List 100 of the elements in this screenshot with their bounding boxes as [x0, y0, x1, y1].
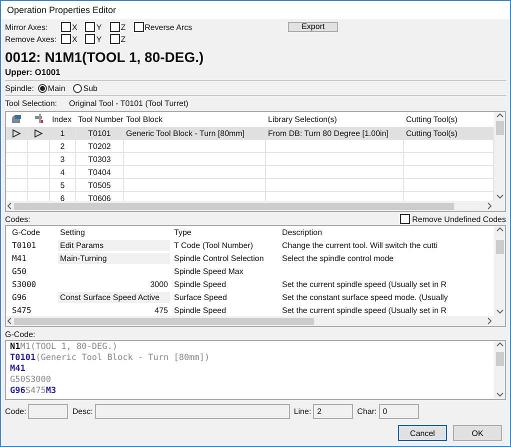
checkbox[interactable]: [400, 214, 410, 224]
table-cell-text: Set the constant surface speed mode. (Usually: [281, 292, 449, 303]
table-cell-text: Set the current spindle speed (Usually set in R: [281, 305, 448, 316]
scroll-thumb[interactable]: [14, 202, 454, 210]
input-field[interactable]: [28, 404, 68, 419]
program-label: Upper: O1001: [5, 67, 60, 77]
column-header[interactable]: Setting: [60, 228, 85, 237]
table-cell[interactable]: Const Surface Speed Active: [58, 292, 170, 303]
table-row[interactable]: 1 T0101 Generic Tool Block - Turn [80mm] From DB: Turn 80 Degree [1.00in] Cutting Tool(s): [6, 127, 494, 140]
play-icon[interactable]: [34, 128, 43, 138]
checkbox-label: Y: [96, 22, 102, 32]
scroll-left-icon[interactable]: [6, 317, 14, 325]
radio-label: Sub: [83, 84, 98, 92]
table-cell-text: Spindle Control Selection: [173, 253, 265, 264]
table-cell-text: G50: [11, 266, 28, 277]
table-cell: From DB: Turn 80 Degree [1.00in]: [268, 128, 388, 138]
scrollbar[interactable]: [494, 112, 505, 201]
scrollbar[interactable]: [6, 316, 505, 326]
input-field[interactable]: [94, 404, 290, 419]
field-label: Char:: [357, 407, 377, 416]
table-cell: 5: [60, 180, 65, 190]
input-field[interactable]: 2: [313, 404, 354, 419]
dialog-button[interactable]: Cancel: [398, 425, 447, 441]
gcode-editor[interactable]: N1M1(TOOL 1, 80-DEG.) T0101(Generic Tool Block - Turn [80mm]) M41 G50S3000 G96S475M3: [5, 340, 506, 400]
field-label: Tool Selection:: [5, 98, 58, 108]
table-cell: T0606: [88, 194, 111, 201]
scroll-right-icon[interactable]: [486, 202, 494, 210]
checkbox-label: Z: [120, 22, 126, 32]
table-cell: T0101: [88, 128, 111, 138]
table-row[interactable]: 2 T0202: [6, 140, 494, 153]
table-cell[interactable]: Edit Params: [58, 240, 170, 251]
table-cell[interactable]: Main-Turning: [58, 253, 170, 264]
scrollbar[interactable]: [494, 341, 505, 399]
checkbox[interactable]: [134, 22, 144, 32]
section-label: Codes:: [5, 214, 30, 224]
table-row[interactable]: 3 T0303: [6, 153, 494, 166]
column-header[interactable]: Type: [174, 228, 192, 237]
column-header[interactable]: G-Code: [12, 228, 40, 237]
field-label: Code:: [5, 407, 26, 416]
column-header[interactable]: Tool Block: [126, 114, 162, 124]
checkbox-label: Z: [120, 34, 126, 44]
checkbox[interactable]: [61, 22, 71, 32]
scroll-up-icon[interactable]: [496, 112, 504, 120]
scroll-down-icon[interactable]: [496, 391, 504, 399]
section-label: G-Code:: [5, 330, 36, 339]
scroll-thumb[interactable]: [496, 352, 504, 366]
column-header[interactable]: Tool Number: [78, 114, 123, 124]
column-header[interactable]: Index: [52, 114, 72, 124]
table-cell: Generic Tool Block - Turn [80mm]: [126, 128, 245, 138]
code-line: M41: [10, 364, 26, 375]
scroll-left-icon[interactable]: [6, 202, 14, 210]
play-icon[interactable]: [12, 128, 21, 138]
checkbox[interactable]: [110, 22, 120, 32]
dialog-button[interactable]: OK: [453, 425, 502, 441]
radio-label: Main: [48, 84, 66, 92]
column-header[interactable]: Library Selection(s): [268, 114, 337, 124]
radio-button[interactable]: [73, 84, 82, 92]
radio-button[interactable]: [38, 84, 47, 92]
scroll-right-icon[interactable]: [486, 317, 494, 325]
scroll-up-icon[interactable]: [496, 341, 504, 349]
table-cell-text: M41: [11, 253, 28, 264]
table-cell: Cutting Tool(s): [406, 128, 458, 138]
checkbox-label: Reverse Arcs: [144, 22, 192, 32]
export-button[interactable]: Export: [288, 22, 338, 32]
scroll-up-icon[interactable]: [496, 226, 504, 234]
input-field[interactable]: 0: [378, 404, 419, 419]
checkbox[interactable]: [85, 34, 96, 44]
checkbox-label: Remove Undefined Codes: [412, 214, 506, 224]
code-line: G50S3000: [10, 375, 51, 386]
table-cell: T0505: [88, 180, 111, 190]
tool-selection-value[interactable]: Original Tool - T0101 (Tool Turret): [69, 98, 506, 108]
scrollbar[interactable]: [6, 201, 505, 211]
column-header[interactable]: Description: [282, 228, 322, 237]
scroll-down-icon[interactable]: [496, 308, 504, 316]
checkbox[interactable]: [61, 34, 71, 44]
field-label: Remove Axes:: [5, 34, 57, 44]
table-cell: T0303: [88, 154, 111, 164]
column-header[interactable]: Cutting Tool(s): [406, 114, 458, 124]
table-cell-text: G96: [11, 292, 28, 303]
table-cell-text: 475: [154, 305, 169, 316]
checkbox[interactable]: [85, 22, 96, 32]
table-cell-text: Spindle Speed Max: [173, 266, 244, 277]
code-line: G96S475M3: [10, 386, 56, 397]
table-cell: T0202: [88, 142, 111, 150]
table-cell-text: Spindle Speed: [173, 305, 228, 316]
table-row[interactable]: 4 T0404: [6, 166, 494, 179]
table-cell-text: Set the current spindle speed (Usually set in R: [281, 279, 448, 290]
table-cell-text: T0101: [11, 240, 38, 251]
table-row[interactable]: 5 T0505: [6, 179, 494, 192]
scroll-thumb[interactable]: [496, 240, 504, 254]
scroll-thumb[interactable]: [14, 318, 314, 324]
scroll-down-icon[interactable]: [496, 193, 504, 201]
table-cell: 1: [60, 128, 65, 138]
table-cell-text: Spindle Speed: [173, 279, 228, 290]
scroll-thumb[interactable]: [496, 121, 504, 135]
checkbox-label: Y: [96, 34, 102, 44]
table-cell: 2: [60, 142, 65, 150]
scrollbar[interactable]: [494, 226, 505, 316]
field-label: Mirror Axes:: [5, 22, 49, 32]
checkbox[interactable]: [110, 34, 120, 44]
